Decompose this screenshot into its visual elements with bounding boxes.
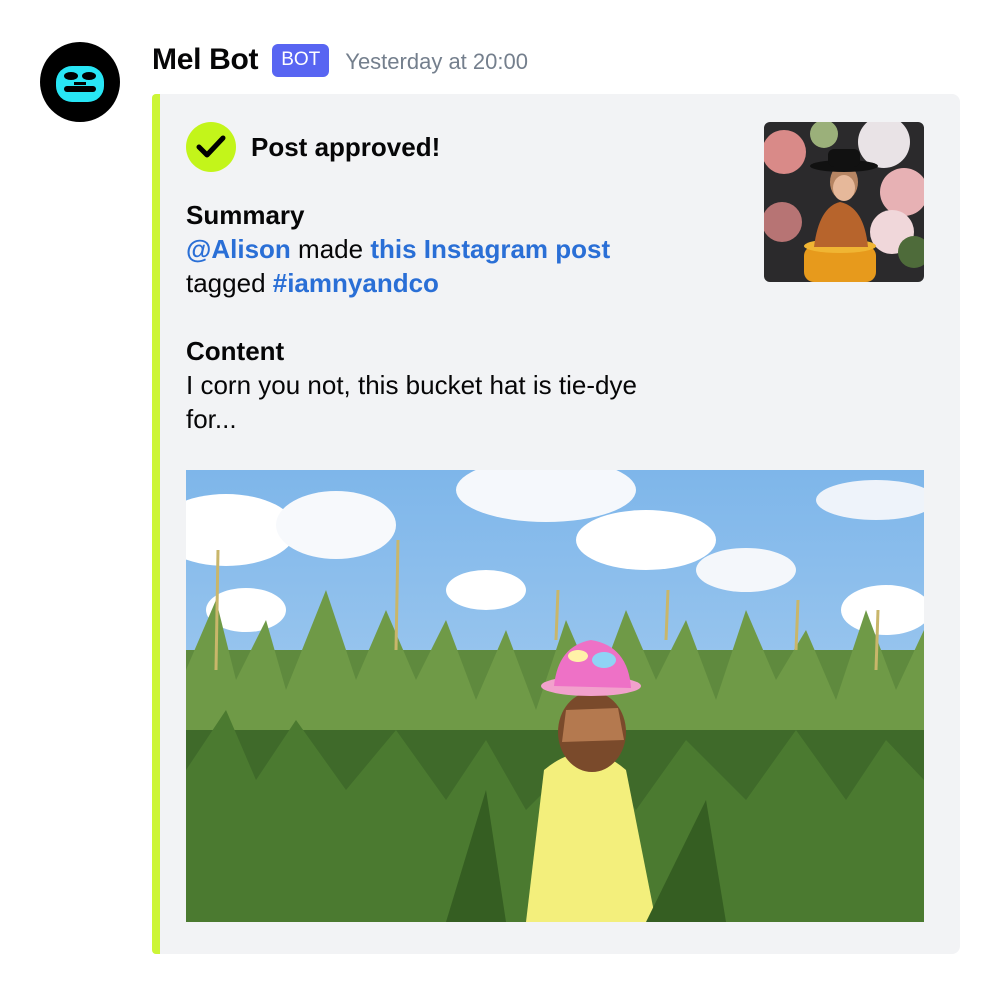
content-field: Content I corn you not, this bucket hat … — [186, 334, 686, 436]
content-field-value: I corn you not, this bucket hat is tie-d… — [186, 370, 637, 434]
summary-tagged-text: tagged — [186, 268, 273, 298]
username[interactable]: Mel Bot — [152, 43, 259, 77]
summary-field-value: @Alison made this Instagram post — [186, 232, 746, 266]
message-header: Mel Bot BOT Yesterday at 20:00 — [152, 38, 528, 82]
summary-field: Summary @Alison made this Instagram post… — [186, 198, 746, 300]
embed-title: Post approved! — [251, 131, 441, 162]
embed-accent-bar — [152, 94, 160, 954]
summary-text: made — [290, 234, 371, 264]
post-image[interactable] — [186, 470, 924, 922]
post-thumbnail-image[interactable] — [764, 122, 924, 282]
content-field-name: Content — [186, 336, 285, 366]
summary-field-name: Summary — [186, 200, 305, 230]
mention-link[interactable]: @Alison — [186, 234, 291, 264]
summary-tag-line: tagged #iamnyandco — [186, 266, 746, 300]
hashtag-link[interactable]: #iamnyandco — [273, 268, 439, 298]
timestamp[interactable]: Yesterday at 20:00 — [345, 45, 528, 75]
avatar[interactable] — [40, 42, 120, 122]
checkmark-icon — [186, 122, 236, 172]
bot-face-icon — [56, 66, 104, 102]
embed-card: Post approved! Summary @Alison made this… — [152, 94, 960, 954]
bot-badge: BOT — [272, 43, 330, 77]
post-link[interactable]: this Instagram post — [370, 234, 610, 264]
embed-title-row: Post approved! — [186, 122, 440, 172]
